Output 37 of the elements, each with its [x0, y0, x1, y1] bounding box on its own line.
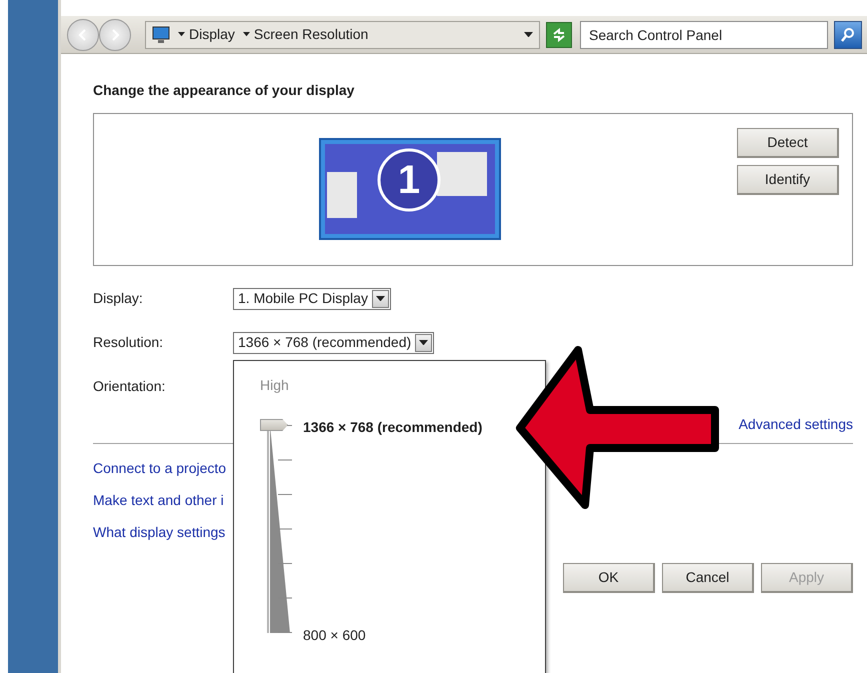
forward-button[interactable]: [99, 18, 131, 50]
caret-icon[interactable]: [178, 32, 185, 37]
monitor-drawing[interactable]: [319, 138, 501, 240]
breadcrumb-item[interactable]: Screen Resolution: [254, 24, 368, 45]
help-link[interactable]: What display settings: [93, 522, 853, 543]
field-label: Orientation:: [93, 377, 166, 396]
dialog-button[interactable]: OK: [563, 562, 655, 593]
dropdown-arrow-icon[interactable]: [419, 340, 428, 346]
field-label: Resolution:: [93, 333, 164, 352]
search-field[interactable]: Search Control Panel: [580, 20, 828, 48]
slider-thumb[interactable]: [260, 419, 288, 431]
dialog-button[interactable]: Cancel: [662, 562, 754, 593]
dropdown-button[interactable]: [415, 334, 432, 352]
refresh-button[interactable]: [546, 22, 572, 48]
monitor-icon: [152, 26, 170, 44]
back-button[interactable]: [67, 18, 99, 50]
address-bar[interactable]: Display Screen Resolution: [145, 20, 540, 48]
preview-button[interactable]: Identify: [737, 164, 839, 195]
dropdown-field[interactable]: 1. Mobile PC Display: [233, 288, 391, 310]
selected-resolution: 1366 × 768 (recommended): [303, 418, 482, 437]
help-link[interactable]: Make text and other i: [93, 490, 853, 511]
dropdown-field[interactable]: 1366 × 768 (recommended): [233, 332, 434, 354]
search-icon: [840, 27, 856, 44]
breadcrumb-item[interactable]: Display: [189, 24, 235, 45]
dropdown-arrow-icon[interactable]: [524, 32, 533, 38]
section-heading: Change the appearance of your display: [93, 82, 356, 99]
dropdown-button[interactable]: [372, 290, 389, 308]
caret-icon[interactable]: [242, 32, 250, 37]
slider-label: High: [260, 376, 289, 395]
slider-label: 800 × 600: [303, 626, 366, 645]
refresh-icon: [551, 27, 567, 44]
dropdown-arrow-icon[interactable]: [376, 296, 385, 302]
advanced-settings-link[interactable]: Advanced settings: [738, 414, 853, 435]
search-button[interactable]: [834, 20, 862, 48]
field-label: Display:: [93, 289, 144, 308]
monitor-number: 1: [398, 160, 420, 200]
preview-button[interactable]: Detect: [737, 128, 839, 158]
